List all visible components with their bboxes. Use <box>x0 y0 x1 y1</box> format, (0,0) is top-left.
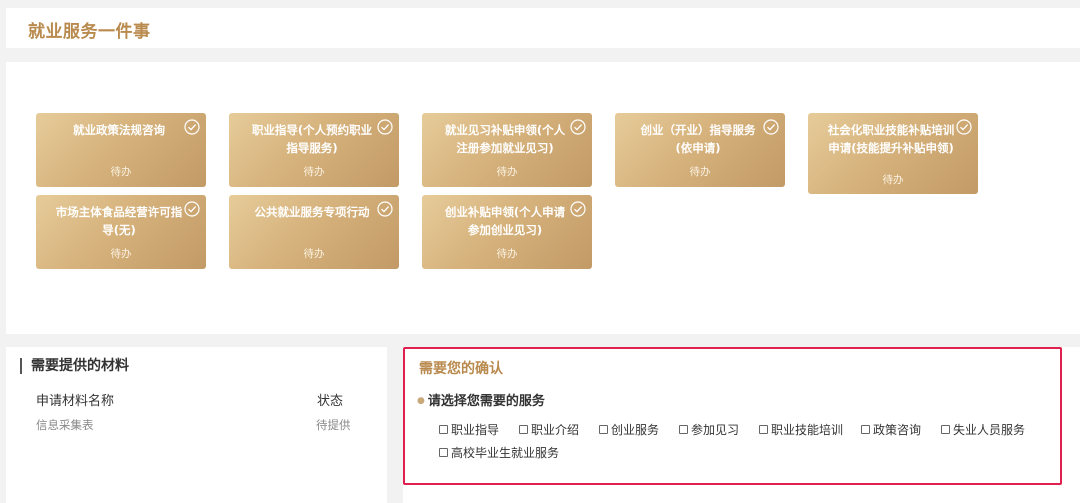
option-skills-training[interactable]: 职业技能培训 <box>759 421 843 438</box>
service-card-policy-consult[interactable]: 就业政策法规咨询 待办 <box>36 113 206 187</box>
option-internship[interactable]: 参加见习 <box>679 421 739 438</box>
card-label: 就业政策法规咨询 <box>73 123 165 137</box>
question-text: 请选择您需要的服务 <box>427 394 545 409</box>
confirm-title: 需要您的确认 <box>419 361 503 377</box>
service-card-public-employment-action[interactable]: 公共就业服务专项行动 待办 <box>229 195 399 269</box>
checkbox-icon[interactable] <box>679 425 688 434</box>
option-label: 创业服务 <box>611 423 660 437</box>
card-label: 创业（开业）指导服务(依申请) <box>640 123 756 155</box>
option-label: 政策咨询 <box>873 423 922 437</box>
column-header-material-name: 申请材料名称 <box>36 394 115 409</box>
checkbox-icon[interactable] <box>941 425 950 434</box>
header-panel: 就业服务一件事 <box>6 8 1080 48</box>
option-label: 职业技能培训 <box>771 423 844 437</box>
option-career-guidance[interactable]: 职业指导 <box>439 421 499 438</box>
check-circle-icon <box>184 201 200 217</box>
check-circle-icon <box>377 119 393 135</box>
check-circle-icon <box>570 201 586 217</box>
option-label: 高校毕业生就业服务 <box>451 446 560 460</box>
option-job-referral[interactable]: 职业介绍 <box>519 421 579 438</box>
service-cards-panel: 就业政策法规咨询 待办 职业指导(个人预约职业指导服务) 待办 就业见习补贴申领… <box>6 62 1080 334</box>
check-circle-icon <box>184 119 200 135</box>
checkbox-icon[interactable] <box>439 448 448 457</box>
option-label: 参加见习 <box>691 423 740 437</box>
checkbox-icon[interactable] <box>861 425 870 434</box>
card-status: 待办 <box>882 174 904 186</box>
service-card-entrepreneurship-guidance[interactable]: 创业（开业）指导服务(依申请) 待办 <box>615 113 785 187</box>
service-card-skills-training-subsidy[interactable]: 社会化职业技能补贴培训申请(技能提升补贴申领) 待办 <box>808 113 978 194</box>
card-status: 待办 <box>303 166 325 178</box>
card-status: 待办 <box>496 166 518 178</box>
option-unemployed-service[interactable]: 失业人员服务 <box>941 421 1025 438</box>
material-status-cell: 待提供 <box>316 418 351 432</box>
checkbox-icon[interactable] <box>439 425 448 434</box>
card-status: 待办 <box>689 166 711 178</box>
card-label: 创业补贴申领(个人申请参加创业见习) <box>444 205 566 237</box>
card-status: 待办 <box>110 166 132 178</box>
bullet-dot-icon: ● <box>417 396 425 406</box>
card-label: 就业见习补贴申领(个人注册参加就业见习) <box>444 123 566 155</box>
confirm-panel: 需要您的确认 ● 请选择您需要的服务 职业指导 职业介绍 创业服务 参加见习 职业… <box>403 347 1062 485</box>
materials-title: 需要提供的材料 <box>20 358 129 374</box>
option-entrepreneurship-service[interactable]: 创业服务 <box>599 421 659 438</box>
card-label: 社会化职业技能补贴培训申请(技能提升补贴申领) <box>827 123 955 155</box>
check-circle-icon <box>956 119 972 135</box>
option-graduate-employment[interactable]: 高校毕业生就业服务 <box>439 444 559 461</box>
card-label: 公共就业服务专项行动 <box>254 205 370 219</box>
service-card-career-guidance[interactable]: 职业指导(个人预约职业指导服务) 待办 <box>229 113 399 187</box>
card-status: 待办 <box>303 248 325 260</box>
service-card-startup-subsidy[interactable]: 创业补贴申领(个人申请参加创业见习) 待办 <box>422 195 592 269</box>
checkbox-icon[interactable] <box>759 425 768 434</box>
check-circle-icon <box>570 119 586 135</box>
card-label: 市场主体食品经营许可指导(无) <box>55 205 183 237</box>
check-circle-icon <box>377 201 393 217</box>
material-name-cell: 信息采集表 <box>36 418 94 432</box>
checkbox-icon[interactable] <box>599 425 608 434</box>
option-policy-consult[interactable]: 政策咨询 <box>861 421 921 438</box>
card-status: 待办 <box>110 248 132 260</box>
service-card-food-license-guidance[interactable]: 市场主体食品经营许可指导(无) 待办 <box>36 195 206 269</box>
page-title: 就业服务一件事 <box>28 22 151 42</box>
column-header-status: 状态 <box>317 394 344 409</box>
service-card-internship-subsidy[interactable]: 就业见习补贴申领(个人注册参加就业见习) 待办 <box>422 113 592 187</box>
option-label: 失业人员服务 <box>953 423 1026 437</box>
card-status: 待办 <box>496 248 518 260</box>
checkbox-icon[interactable] <box>519 425 528 434</box>
option-label: 职业指导 <box>451 423 500 437</box>
question-label: ● 请选择您需要的服务 <box>417 390 545 409</box>
check-circle-icon <box>763 119 779 135</box>
materials-panel: 需要提供的材料 申请材料名称 状态 信息采集表 待提供 <box>6 347 387 503</box>
option-label: 职业介绍 <box>531 423 580 437</box>
card-label: 职业指导(个人预约职业指导服务) <box>251 123 373 155</box>
